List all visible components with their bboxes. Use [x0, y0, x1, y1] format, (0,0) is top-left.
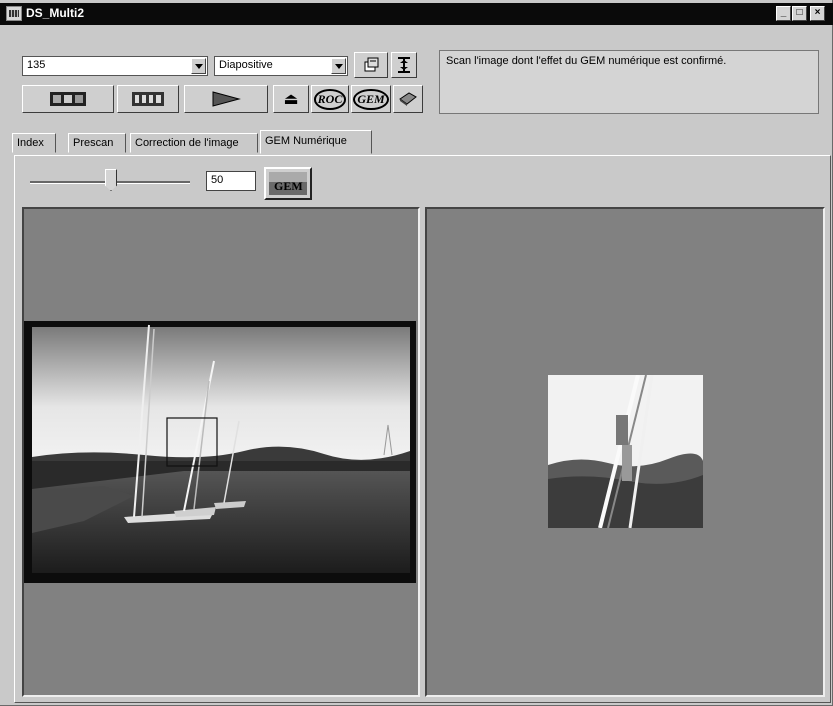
focus-icon: [398, 57, 410, 73]
scanner-settings-button[interactable]: [354, 52, 388, 78]
film-format-value: 135: [27, 59, 46, 71]
gem-preview-icon: GEM: [269, 172, 307, 195]
chevron-down-icon[interactable]: [191, 58, 206, 74]
tab-label: Index: [17, 137, 44, 149]
settings-icon: [364, 57, 379, 72]
tab-label: Correction de l'image: [135, 137, 239, 149]
tab-index[interactable]: Index: [12, 133, 56, 153]
title-bar: DS_Multi2 _ □ ×: [0, 3, 833, 25]
prescan-button[interactable]: [117, 85, 179, 113]
maximize-button[interactable]: □: [792, 6, 807, 21]
film-type-select[interactable]: Diapositive: [214, 56, 348, 76]
gem-zoom-image[interactable]: [548, 375, 703, 528]
film-format-select[interactable]: 135: [22, 56, 208, 76]
status-message: Scan l'image dont l'effet du GEM numériq…: [446, 55, 727, 67]
tab-prescan[interactable]: Prescan: [68, 133, 126, 153]
tab-gem-numerique[interactable]: GEM Numérique: [260, 130, 372, 154]
roc-button[interactable]: ROC: [311, 85, 349, 113]
help-button[interactable]: [393, 85, 423, 113]
tab-label: Prescan: [73, 137, 114, 149]
chevron-down-icon[interactable]: [331, 58, 346, 74]
gem-level-input[interactable]: 50: [206, 171, 256, 191]
minimize-button[interactable]: _: [776, 6, 791, 21]
scan-icon: [212, 91, 241, 107]
film-type-value: Diapositive: [219, 59, 273, 71]
gem-icon: GEM: [353, 88, 389, 110]
app-window: DS_Multi2 _ □ × 135 Diapositive ⏏ ROC GE…: [0, 0, 833, 706]
app-icon[interactable]: [6, 6, 22, 21]
index-scan-icon: [50, 92, 86, 106]
index-scan-button[interactable]: [22, 85, 114, 113]
prescan-image[interactable]: [24, 321, 416, 583]
gem-button[interactable]: GEM: [351, 85, 391, 113]
eject-icon: ⏏: [283, 91, 299, 108]
maximize-icon: □: [796, 7, 803, 18]
gem-preview-pane[interactable]: [425, 207, 825, 697]
tab-correction[interactable]: Correction de l'image: [130, 133, 258, 153]
minimize-icon: _: [780, 7, 787, 18]
window-title: DS_Multi2: [26, 6, 85, 20]
roc-icon: ROC: [313, 88, 347, 110]
status-message-box: Scan l'image dont l'effet du GEM numériq…: [439, 50, 819, 114]
eject-button[interactable]: ⏏: [273, 85, 309, 113]
gem-preview-label: GEM: [274, 179, 303, 193]
close-icon: ×: [814, 7, 821, 18]
close-button[interactable]: ×: [810, 6, 825, 21]
scan-button[interactable]: [184, 85, 268, 113]
prescan-preview-pane[interactable]: [22, 207, 420, 697]
prescan-icon: [132, 92, 164, 106]
focus-button[interactable]: [391, 52, 417, 78]
gem-preview-button[interactable]: GEM: [264, 167, 312, 200]
book-icon: [399, 92, 417, 106]
tab-label: GEM Numérique: [265, 135, 347, 147]
